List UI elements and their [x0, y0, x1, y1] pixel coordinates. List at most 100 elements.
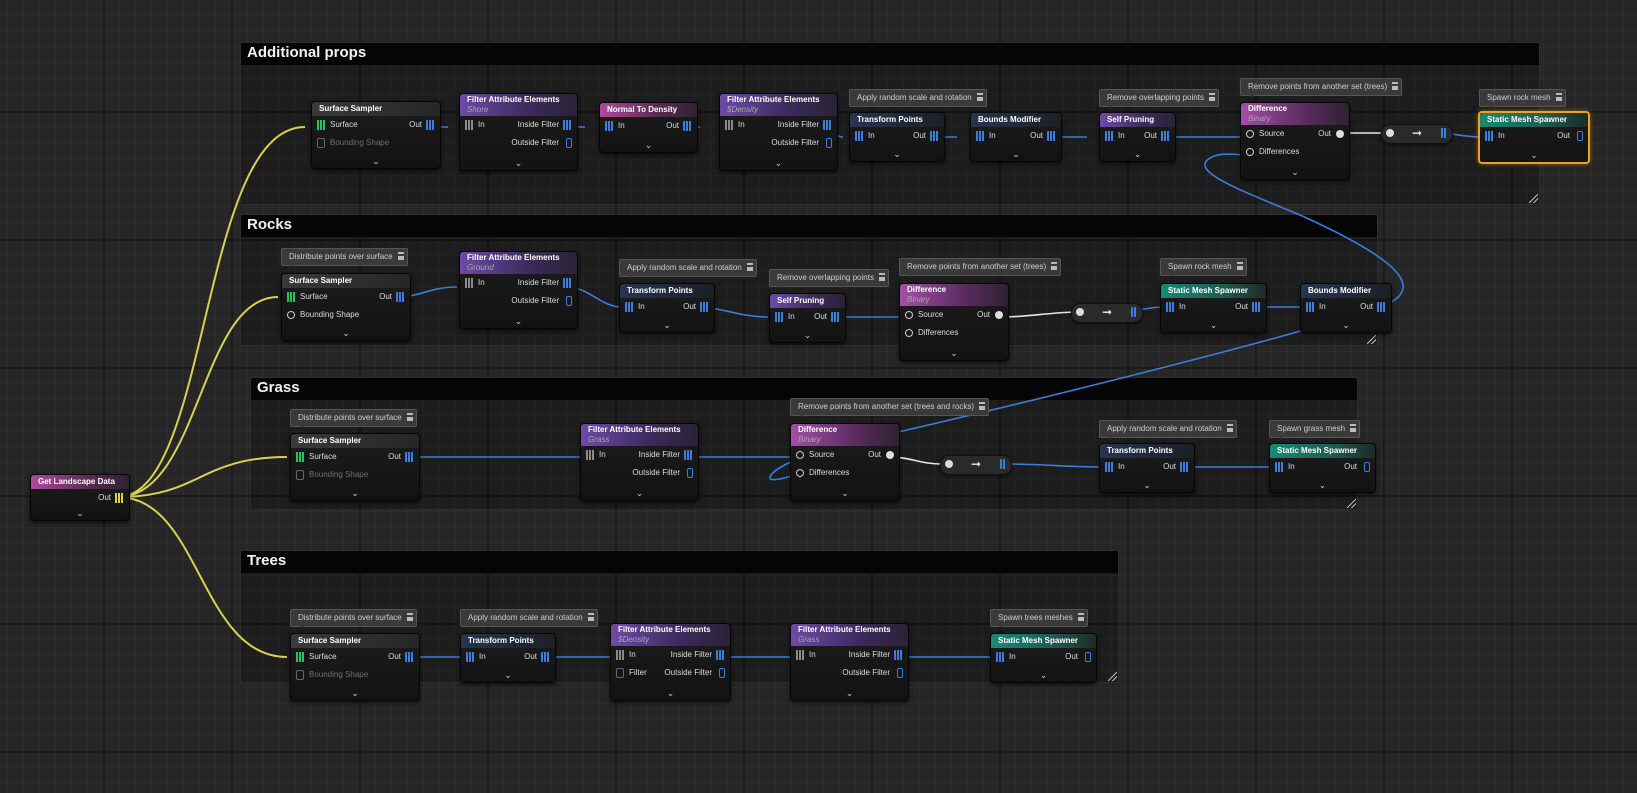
surface-sampler-node[interactable]: Surface Sampler Surface Out Bounding Shap…	[290, 433, 420, 501]
source-pin-icon[interactable]	[1246, 130, 1254, 138]
bounding-pin-icon[interactable]	[296, 670, 304, 680]
chevron-down-icon[interactable]: ⌄	[1134, 150, 1142, 159]
in-pin-icon[interactable]	[465, 278, 474, 288]
spatial-pin-icon[interactable]	[466, 652, 475, 662]
pin-icon[interactable]	[587, 613, 594, 621]
chevron-down-icon[interactable]: ⌄	[342, 329, 350, 338]
transform-points-node[interactable]: Transform Points In Out ⌄	[460, 633, 556, 683]
differences-pin-icon[interactable]	[905, 329, 913, 337]
pin-icon[interactable]	[878, 273, 885, 281]
chevron-down-icon[interactable]: ⌄	[775, 159, 783, 168]
comment-bubble[interactable]: Spawn rock mesh	[1160, 258, 1247, 277]
point-pin-icon[interactable]	[1336, 130, 1344, 138]
comment-bubble[interactable]: Remove overlapping points	[1099, 89, 1219, 108]
pin-icon[interactable]	[1208, 93, 1215, 101]
normal-to-density-node[interactable]: Normal To Density In Out ⌄	[599, 102, 698, 153]
filter-attribute-node[interactable]: Filter Attribute Elements Shore In Inside …	[459, 93, 578, 171]
static-mesh-spawner-node[interactable]: Static Mesh Spawner In Out ⌄	[1478, 111, 1590, 164]
pin-icon[interactable]	[1392, 82, 1399, 90]
bounding-pin-icon[interactable]	[317, 138, 325, 148]
spatial-pin-icon[interactable]	[1131, 307, 1137, 317]
filter-attribute-node[interactable]: Filter Attribute Elements Ground In Inside…	[459, 251, 578, 329]
spatial-pin-icon[interactable]	[566, 138, 572, 148]
spatial-pin-icon[interactable]	[563, 120, 572, 130]
transform-points-node[interactable]: Transform Points In Out ⌄	[619, 283, 715, 333]
spatial-pin-icon[interactable]	[700, 302, 709, 312]
surface-sampler-node[interactable]: Surface Sampler Surface Out Bounding Shap…	[281, 273, 411, 341]
chevron-down-icon[interactable]: ⌄	[515, 317, 523, 326]
bounds-modifier-node[interactable]: Bounds Modifier In Out ⌄	[1300, 283, 1392, 333]
difference-node[interactable]: Difference Binary Source Out Differences ⌄	[1240, 102, 1350, 180]
spatial-pin-icon[interactable]	[1166, 302, 1175, 312]
spatial-pin-icon[interactable]	[605, 121, 614, 131]
chevron-down-icon[interactable]: ⌄	[667, 689, 675, 698]
transform-points-node[interactable]: Transform Points In Out ⌄	[1099, 443, 1195, 493]
node-header[interactable]: Difference Binary	[1241, 103, 1349, 125]
node-header[interactable]: Static Mesh Spawner	[991, 634, 1096, 648]
spatial-pin-icon[interactable]	[855, 131, 864, 141]
surface-pin-icon[interactable]	[296, 652, 305, 662]
chevron-down-icon[interactable]: ⌄	[515, 159, 523, 168]
pin-icon[interactable]	[1051, 262, 1058, 270]
spatial-pin-icon[interactable]	[1577, 131, 1583, 141]
node-header[interactable]: Bounds Modifier	[971, 113, 1061, 127]
spatial-pin-icon[interactable]	[625, 302, 634, 312]
node-header[interactable]: Surface Sampler	[291, 634, 419, 648]
differences-pin-icon[interactable]	[796, 469, 804, 477]
chevron-down-icon[interactable]: ⌄	[804, 331, 812, 340]
spatial-pin-icon[interactable]	[1105, 131, 1114, 141]
self-pruning-node[interactable]: Self Pruning In Out ⌄	[769, 293, 846, 343]
filter-attribute-node[interactable]: Filter Attribute Elements $Density In Insi…	[719, 93, 838, 171]
spatial-pin-icon[interactable]	[426, 120, 435, 130]
chevron-down-icon[interactable]: ⌄	[1291, 168, 1299, 177]
static-mesh-spawner-node[interactable]: Static Mesh Spawner In Out ⌄	[1269, 443, 1376, 493]
node-header[interactable]: Self Pruning	[770, 294, 845, 308]
to-point-converter-node[interactable]: ➞	[1071, 303, 1143, 323]
node-header[interactable]: Difference Binary	[900, 284, 1008, 306]
spatial-pin-icon[interactable]	[405, 452, 414, 462]
node-header[interactable]: Normal To Density	[600, 103, 697, 117]
spatial-pin-icon[interactable]	[996, 652, 1005, 662]
spatial-pin-icon[interactable]	[396, 292, 405, 302]
spatial-pin-icon[interactable]	[1161, 131, 1170, 141]
chevron-down-icon[interactable]: ⌄	[1040, 671, 1048, 680]
comment-bubble[interactable]: Apply random scale and rotation	[1099, 420, 1237, 439]
comment-bubble[interactable]: Apply random scale and rotation	[849, 89, 987, 108]
in-pin-icon[interactable]	[586, 450, 595, 460]
static-mesh-spawner-node[interactable]: Static Mesh Spawner In Out ⌄	[990, 633, 1097, 683]
comment-bubble[interactable]: Remove points from another set (trees)	[899, 258, 1062, 277]
spatial-pin-icon[interactable]	[541, 652, 550, 662]
comment-bubble[interactable]: Remove points from another set (trees an…	[790, 398, 990, 417]
chevron-down-icon[interactable]: ⌄	[1319, 481, 1327, 490]
landscape-pin-icon[interactable]	[115, 493, 124, 503]
in-pin-icon[interactable]	[465, 120, 474, 130]
node-header[interactable]: Static Mesh Spawner	[1480, 113, 1588, 127]
pin-icon[interactable]	[1350, 424, 1357, 432]
surface-pin-icon[interactable]	[296, 452, 305, 462]
node-header[interactable]: Static Mesh Spawner	[1270, 444, 1375, 458]
spatial-pin-icon[interactable]	[563, 278, 572, 288]
bounding-pin-icon[interactable]	[287, 311, 295, 319]
spatial-pin-icon[interactable]	[566, 296, 572, 306]
pin-icon[interactable]	[1555, 93, 1562, 101]
spatial-pin-icon[interactable]	[775, 312, 784, 322]
in-pin-icon[interactable]	[616, 650, 625, 660]
node-header[interactable]: Filter Attribute Elements Shore	[460, 94, 577, 116]
chevron-down-icon[interactable]: ⌄	[950, 349, 958, 358]
spatial-pin-icon[interactable]	[1275, 462, 1284, 472]
point-pin-icon[interactable]	[886, 451, 894, 459]
comment-bubble[interactable]: Apply random scale and rotation	[619, 259, 757, 278]
bounds-modifier-node[interactable]: Bounds Modifier In Out ⌄	[970, 112, 1062, 162]
node-header[interactable]: Bounds Modifier	[1301, 284, 1391, 298]
chevron-down-icon[interactable]: ⌄	[645, 141, 653, 150]
node-header[interactable]: Transform Points	[461, 634, 555, 648]
spatial-pin-icon[interactable]	[1085, 652, 1091, 662]
filter-attribute-node[interactable]: Filter Attribute Elements Grass In Inside …	[790, 623, 909, 701]
spatial-pin-icon[interactable]	[1252, 302, 1261, 312]
point-pin-icon[interactable]	[1386, 129, 1394, 137]
spatial-pin-icon[interactable]	[683, 121, 692, 131]
filter-pin-icon[interactable]	[616, 668, 624, 678]
chevron-down-icon[interactable]: ⌄	[841, 489, 849, 498]
node-header[interactable]: Filter Attribute Elements $Density	[611, 624, 730, 646]
difference-node[interactable]: Difference Binary Source Out Differences ⌄	[790, 423, 900, 501]
